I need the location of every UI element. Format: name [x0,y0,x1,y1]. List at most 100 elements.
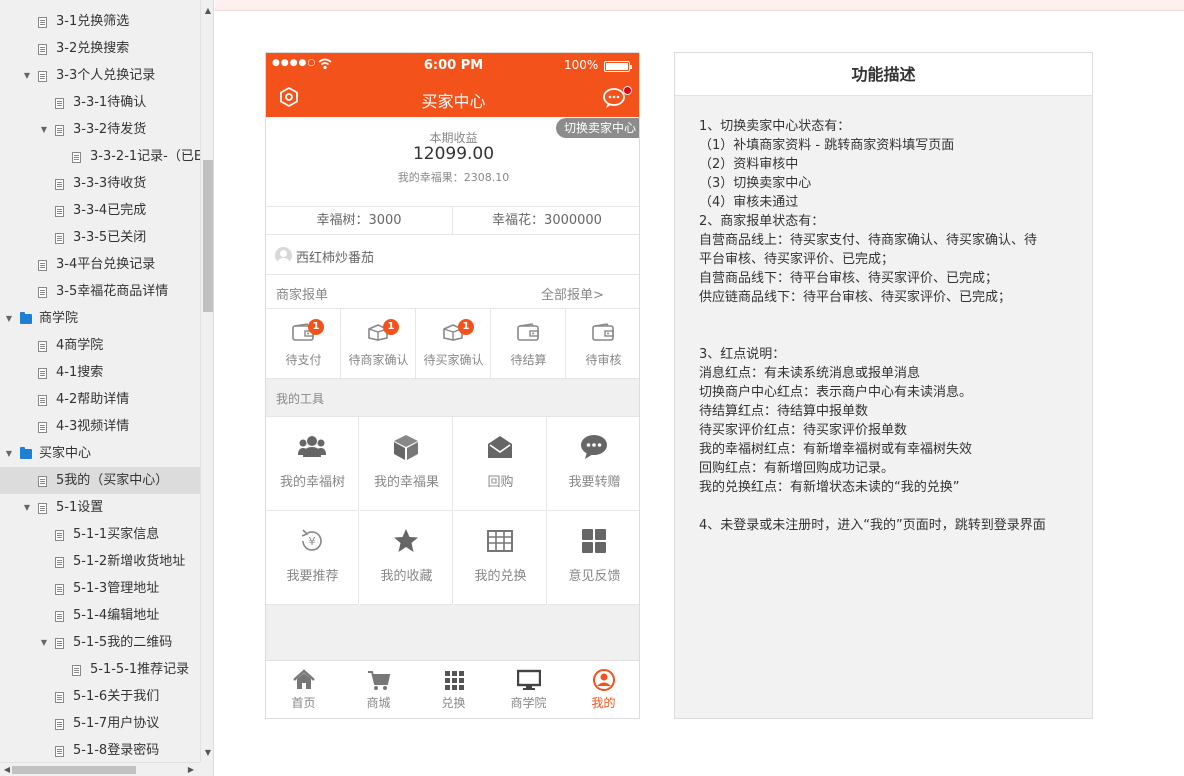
description-line: 1、切换卖家中心状态有： [699,119,851,134]
tree-item-label: 4-2帮助详情 [56,392,130,407]
order-status-item[interactable]: 1 待支付 [266,309,341,379]
happy-tree-count[interactable]: 幸福树：3000 [266,207,453,235]
tool-item[interactable]: 我要转赠 [548,417,639,511]
tree-page-item[interactable]: ▼ 3-3个人兑换记录 [0,62,200,89]
tree-page-item[interactable]: 3-3-5已关闭 [0,224,200,251]
tool-label: 我要转赠 [568,475,621,490]
dots-grid-icon [442,669,466,691]
tree-page-item[interactable]: 5-1-7用户协议 [0,710,200,737]
user-name: 西红柿炒番茄 [296,251,375,266]
scroll-down-icon[interactable]: ▼ [201,746,213,760]
tree-page-item[interactable]: 3-5幸福花商品详情 [0,278,200,305]
tree-item-label: 5-1-8登录密码 [73,743,160,758]
happy-flower-count[interactable]: 幸福花：3000000 [453,207,639,235]
order-status-item[interactable]: 1 待买家确认 [416,309,491,379]
tree-expand-toggle-icon[interactable]: ▼ [38,116,50,143]
page-icon [38,71,47,82]
horizontal-scrollbar[interactable]: ◀ ▶ [0,762,200,776]
scroll-up-icon[interactable]: ▲ [201,4,213,18]
tree-item-label: 5-1-2新增收货地址 [73,554,186,569]
user-row[interactable]: 西红柿炒番茄 [266,235,639,275]
tree-page-item[interactable]: 5我的（买家中心） [0,467,200,494]
description-line: 切换商户中心红点：表示商户中心有未读消息。 [699,385,973,400]
tool-item[interactable]: 我的兑换 [454,511,547,605]
tree-item-label: 5-1-1买家信息 [73,527,160,542]
tree-page-item[interactable]: 3-1兑换筛选 [0,8,200,35]
tree-page-item[interactable]: 5-1-4编辑地址 [0,602,200,629]
order-status-item[interactable]: 1 待商家确认 [341,309,416,379]
page-icon [72,152,81,163]
tree-item-label: 3-3-5已关闭 [73,230,147,245]
description-line: 消息红点：有未读系统消息或报单消息 [699,366,921,381]
tool-item[interactable]: ¥ 我要推荐 [266,511,359,605]
grid-table-icon [486,527,514,555]
tree-expand-toggle-icon[interactable]: ▼ [21,62,33,89]
tab-item[interactable]: 我的 [566,661,639,718]
tool-item[interactable]: 回购 [454,417,547,511]
tree-page-item[interactable]: 4-2帮助详情 [0,386,200,413]
scroll-right-icon[interactable]: ▶ [184,763,198,776]
sidebar-tree-panel: 3-1兑换筛选 3-2兑换搜索 ▼ 3-3个人兑换记录 3-3-1待确认 ▼ 3-3-2待发… [0,0,214,776]
tool-label: 我的幸福树 [279,475,345,490]
tool-item[interactable]: 我的幸福果 [360,417,453,511]
order-status-item[interactable]: 待结算 [491,309,566,379]
tree-page-item[interactable]: ▼ 5-1设置 [0,494,200,521]
tree-page-item[interactable]: 4-1搜索 [0,359,200,386]
tab-label: 首页 [291,696,316,710]
tab-item[interactable]: 兑换 [416,661,491,718]
svg-text:¥: ¥ [309,535,316,548]
vertical-scrollbar[interactable]: ▲ ▼ [200,0,213,762]
all-orders-link[interactable]: 全部报单> [541,284,604,303]
tree-page-item[interactable]: 5-1-6关于我们 [0,683,200,710]
yen-refresh-icon: ¥ [298,527,326,555]
tree-page-item[interactable]: ▼ 5-1-5我的二维码 [0,629,200,656]
tree-item-label: 3-3个人兑换记录 [56,68,156,83]
tree-page-item[interactable]: 3-3-4已完成 [0,197,200,224]
tree-page-item[interactable]: 5-1-3管理地址 [0,575,200,602]
tree-page-item[interactable]: 3-3-1待确认 [0,89,200,116]
page-icon [38,287,47,298]
tree-page-item[interactable]: 5-1-1买家信息 [0,521,200,548]
page-icon [55,584,64,595]
tree-page-item[interactable]: 5-1-2新增收货地址 [0,548,200,575]
tree-item-label: 5-1-7用户协议 [73,716,160,731]
tool-item[interactable]: 我的收藏 [360,511,453,605]
tree-expand-toggle-icon[interactable]: ▼ [3,305,15,332]
vertical-scroll-thumb[interactable] [203,160,213,312]
tree-page-item[interactable]: 3-3-3待收货 [0,170,200,197]
page-icon [38,260,47,271]
tool-item[interactable]: 意见反馈 [548,511,639,605]
order-status-item[interactable]: 待审核 [566,309,639,379]
page-icon [38,341,47,352]
tools-title: 我的工具 [276,392,325,406]
tool-item[interactable]: 我的幸福树 [266,417,359,511]
description-line: 自营商品线上：待买家支付、待商家确认、待买家确认、待 [699,233,1038,248]
message-icon[interactable] [602,85,632,111]
tree-expand-toggle-icon[interactable]: ▼ [3,440,15,467]
tree-page-item[interactable]: 4商学院 [0,332,200,359]
monitor-icon [516,669,542,691]
tab-item[interactable]: 首页 [266,661,341,718]
tree-page-item[interactable]: 5-1-8登录密码 [0,737,200,764]
earnings-summary: 切换卖家中心 本期收益 12099.00 我的幸福果：2308.10 [266,117,639,207]
description-line: 待买家评价红点：待买家评价报单数 [699,423,908,438]
tree-folder-item[interactable]: ▼ 商学院 [0,305,200,332]
tab-item[interactable]: 商学院 [491,661,566,718]
tree-folder-item[interactable]: ▼ 买家中心 [0,440,200,467]
tree-page-item[interactable]: 3-3-2-1记录-（已E [0,143,200,170]
tree-expand-toggle-icon[interactable]: ▼ [21,494,33,521]
tool-label: 我的收藏 [380,569,433,584]
tree-page-item[interactable]: ▼ 3-3-2待发货 [0,116,200,143]
tree-item-label: 3-3-1待确认 [73,95,147,110]
cart-icon [367,669,391,691]
envelope-icon [486,433,514,461]
horizontal-scroll-thumb[interactable] [12,766,136,774]
tree-page-item[interactable]: 3-2兑换搜索 [0,35,200,62]
tree-expand-toggle-icon[interactable]: ▼ [38,629,50,656]
tab-item[interactable]: 商城 [341,661,416,718]
description-line: 我的幸福树红点：有新增幸福树或有幸福树失效 [699,442,973,457]
tree-page-item[interactable]: 4-3视频详情 [0,413,200,440]
message-red-dot [623,86,632,95]
tree-page-item[interactable]: 3-4平台兑换记录 [0,251,200,278]
tree-page-item[interactable]: 5-1-5-1推荐记录 [0,656,200,683]
